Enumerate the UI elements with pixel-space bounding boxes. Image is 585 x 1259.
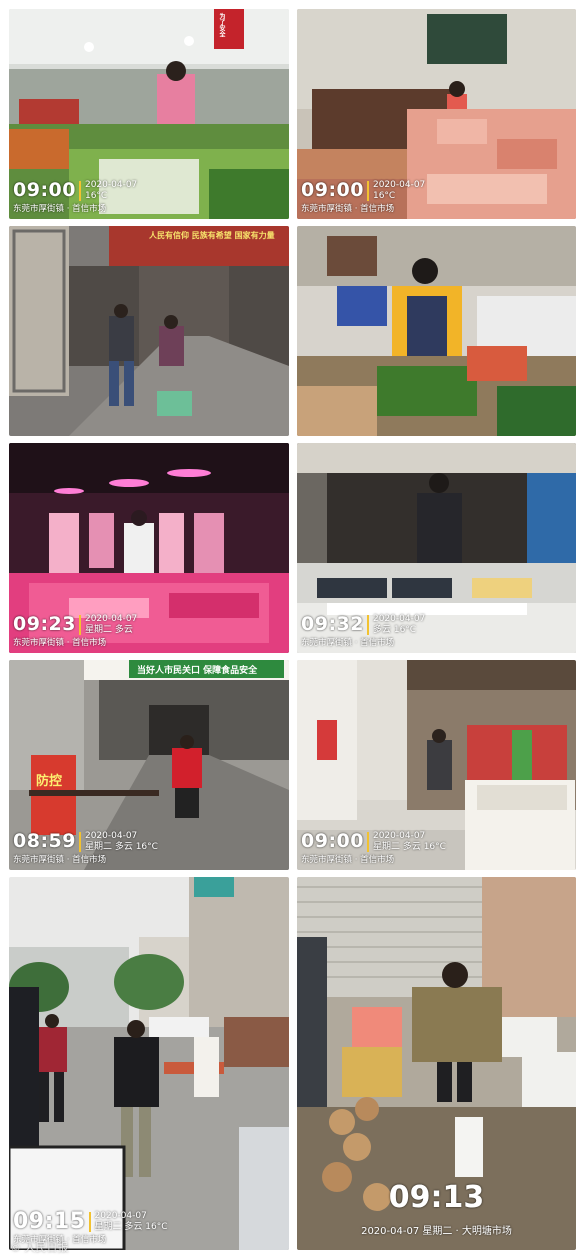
timestamp-meta: 2020-04-07 16°C — [85, 180, 137, 202]
timestamp-location: 东莞市厚街镇 · 首信市场 — [301, 854, 395, 865]
timestamp-divider — [88, 1211, 91, 1232]
timestamp-location: 东莞市厚街镇 · 首信市场 — [13, 637, 107, 648]
timestamp-date: 2020-04-07 — [94, 1210, 147, 1221]
prevention-sign-text: 防控 — [36, 774, 63, 789]
photo-market-aisle-image — [9, 226, 289, 436]
timestamp-time: 08:59 — [13, 830, 76, 852]
timestamp-divider — [78, 831, 81, 852]
photo-taro-vendor: 09:13 2020-04-07 星期二 · 大明塘市场 — [297, 877, 576, 1250]
timestamp-overlay: 09:00 2020-04-07 16°C 东莞市厚街镇 · 首信市场 — [13, 180, 137, 214]
timestamp-time: 09:00 — [301, 179, 364, 201]
timestamp-time: 09:13 — [388, 1180, 485, 1215]
timestamp-date: 2020-04-07 — [84, 613, 138, 624]
timestamp-overlay: 08:59 2020-04-07 星期二 多云 16°C 东莞市厚街镇 · 首信市场 — [13, 831, 158, 865]
timestamp-weather: 星期二 多云 16°C — [94, 1221, 168, 1232]
timestamp-overlay: 09:00 2020-04-07 星期二 多云 16°C 东莞市厚街镇 · 首信市场 — [301, 831, 446, 865]
timestamp-divider — [366, 180, 369, 201]
photo-yellow-jacket-vendor — [297, 226, 576, 436]
photo-street-pedestrians: 09:15 2020-04-07 星期二 多云 16°C 东莞市厚街镇 · 首信市场 — [9, 877, 289, 1250]
timestamp-weather: 多云 16°C — [372, 624, 417, 635]
timestamp-meta: 2020-04-07 星期二 多云 16°C — [95, 1211, 168, 1233]
timestamp-date: 2020-04-07 — [372, 179, 426, 190]
timestamp-overlay: 09:13 2020-04-07 星期二 · 大明塘市场 — [297, 1180, 576, 1238]
timestamp-weather: 16°C — [372, 190, 396, 201]
timestamp-meta: 2020-04-07 16°C — [373, 180, 425, 202]
timestamp-date: 2020-04-07 — [372, 830, 426, 841]
food-safety-banner-text: 当好人市民关口 保障食品安全 — [137, 666, 258, 676]
timestamp-time: 09:00 — [13, 179, 76, 201]
photo-vegetable-stall: 为了安全 09:00 2020-04-07 16°C 东莞市厚街镇 · 首信市场 — [9, 9, 289, 219]
timestamp-meta: 2020-04-07 星期二 多云 16°C — [85, 831, 158, 853]
photo-entrance-red-jacket: 当好人市民关口 保障食品安全 防控 08:59 2020-04-07 星期二 多云 … — [9, 660, 289, 870]
timestamp-meta: 2020-04-07 星期二 多云 16°C — [373, 831, 446, 853]
photo-pork-stall: 09:00 2020-04-07 16°C 东莞市厚街镇 · 首信市场 — [297, 9, 576, 219]
timestamp-weather: 星期二 多云 — [84, 624, 133, 635]
timestamp-meta: 2020-04-07 星期二 多云 — [85, 614, 137, 636]
timestamp-date: 2020-04-07 — [84, 179, 138, 190]
photo-meat-stall-red: 09:23 2020-04-07 星期二 多云 东莞市厚街镇 · 首信市场 — [9, 443, 289, 653]
timestamp-date: 2020-04-07 — [84, 830, 138, 841]
timestamp-date: 2020-04-07 — [372, 613, 426, 624]
timestamp-divider — [366, 831, 369, 852]
timestamp-location: 东莞市厚街镇 · 首信市场 — [301, 203, 395, 214]
security-sign-text: 为了安全 — [218, 13, 225, 37]
photo-collage: 为了安全 09:00 2020-04-07 16°C 东莞市厚街镇 · 首信市场 0… — [0, 0, 585, 1259]
timestamp-weather: 16°C — [84, 190, 108, 201]
timestamp-overlay: 09:23 2020-04-07 星期二 多云 东莞市厚街镇 · 首信市场 — [13, 614, 137, 648]
timestamp-dateline: 2020-04-07 星期二 · 大明塘市场 — [361, 1226, 512, 1237]
timestamp-overlay: 09:32 2020-04-07 多云 16°C 东莞市厚街镇 · 首信市场 — [301, 614, 425, 648]
timestamp-time: 09:32 — [301, 613, 364, 635]
timestamp-divider — [78, 180, 81, 201]
timestamp-weather: 星期二 多云 16°C — [84, 841, 158, 852]
photo-market-aisle: 人民有信仰 民族有希望 国家有力量 — [9, 226, 289, 436]
timestamp-overlay: 09:00 2020-04-07 16°C 东莞市厚街镇 · 首信市场 — [301, 180, 425, 214]
timestamp-time: 09:15 — [13, 1208, 86, 1234]
slogan-banner-text: 人民有信仰 民族有希望 国家有力量 — [149, 231, 275, 240]
timestamp-location: 东莞市厚街镇 · 首信市场 — [301, 637, 395, 648]
timestamp-weather: 星期二 多云 16°C — [372, 841, 446, 852]
photo-street-pedestrians-image — [9, 877, 289, 1250]
timestamp-divider — [78, 614, 81, 635]
watermark-text: © 人民日报 — [10, 1241, 69, 1254]
timestamp-divider — [366, 614, 369, 635]
photo-yellow-jacket-vendor-image — [297, 226, 576, 436]
timestamp-time: 09:00 — [301, 830, 364, 852]
timestamp-location: 东莞市厚街镇 · 首信市场 — [13, 203, 107, 214]
photo-grocery-shop: 09:00 2020-04-07 星期二 多云 16°C 东莞市厚街镇 · 首信市场 — [297, 660, 576, 870]
photo-egg-vendor: 09:32 2020-04-07 多云 16°C 东莞市厚街镇 · 首信市场 — [297, 443, 576, 653]
timestamp-time: 09:23 — [13, 613, 76, 635]
timestamp-meta: 2020-04-07 多云 16°C — [373, 614, 425, 636]
timestamp-location: 东莞市厚街镇 · 首信市场 — [13, 854, 107, 865]
